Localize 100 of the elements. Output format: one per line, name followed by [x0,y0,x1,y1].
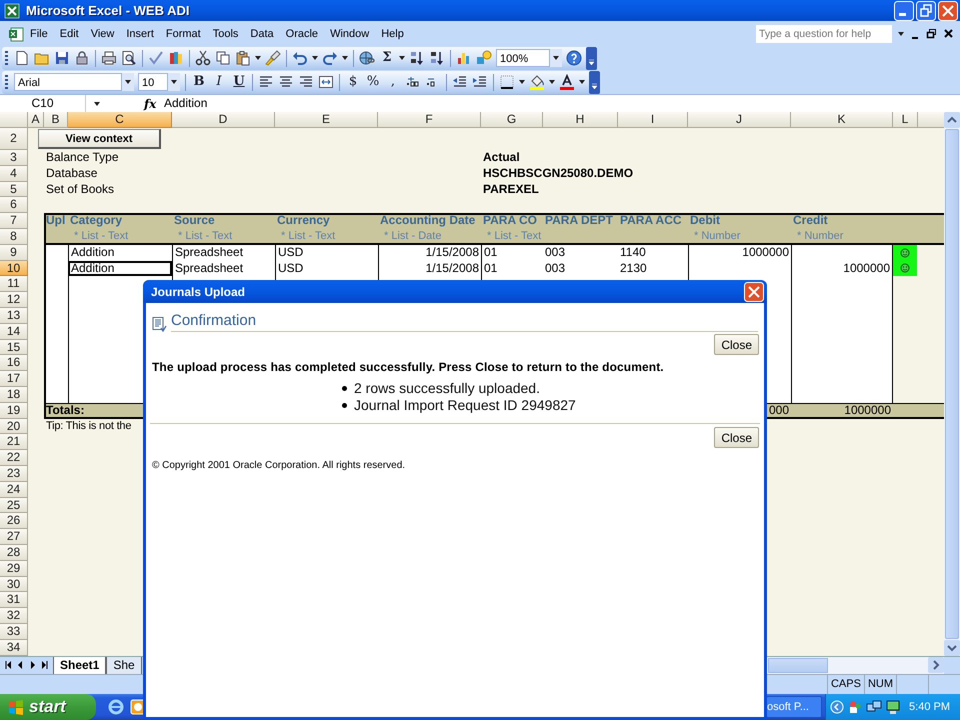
menu-item[interactable]: Oracle [280,26,324,42]
row-header[interactable]: 24 [0,482,28,498]
document-icon[interactable] [8,26,24,42]
row-header[interactable]: 12 [0,292,28,308]
bold-button[interactable]: B [191,74,207,90]
table-cell[interactable]: USD [275,260,378,276]
people-icon[interactable] [847,699,863,715]
redo-icon[interactable] [322,50,338,66]
row-header[interactable]: 23 [0,466,28,482]
row-header[interactable]: 14 [0,324,28,340]
undo-icon[interactable] [292,50,308,66]
row-header[interactable]: 6 [0,197,28,214]
row-header[interactable]: 33 [0,624,28,640]
menu-item[interactable]: Help [375,26,410,42]
underline-button[interactable]: U [231,74,247,90]
row-header[interactable]: 5 [0,182,28,198]
toolbar-options-button[interactable] [586,46,597,70]
new-document-icon[interactable] [14,50,30,66]
table-cell[interactable]: 01 [481,244,543,261]
first-sheet-button[interactable] [4,660,13,670]
caret-icon[interactable] [171,78,177,86]
menu-item[interactable]: Window [324,26,376,42]
row-header[interactable]: 4 [0,166,28,182]
column-header[interactable]: J [688,112,791,128]
caret-icon[interactable] [399,54,405,62]
close-button[interactable]: Close [714,427,759,448]
table-cell[interactable] [44,244,68,261]
merge-cells-icon[interactable] [318,74,334,90]
autosum-button[interactable]: Σ [379,50,395,66]
scroll-down-button[interactable] [944,640,960,656]
shapes-icon[interactable] [476,50,492,66]
row-header[interactable]: 3 [0,150,28,166]
paste-icon[interactable] [235,50,251,66]
row-header[interactable]: 21 [0,434,28,450]
table-cell[interactable]: 01 [481,260,543,276]
row-header[interactable]: 15 [0,340,28,356]
row-header[interactable]: 9 [0,244,28,261]
column-header[interactable]: F [378,112,481,128]
brush-icon[interactable] [265,50,281,66]
table-cell[interactable]: 1000000 [688,244,791,261]
caret-icon[interactable] [312,54,318,62]
font-field[interactable]: Arial [14,73,122,91]
row-header[interactable]: 17 [0,371,28,387]
row-header[interactable]: 22 [0,450,28,466]
close-button[interactable]: Close [714,334,759,355]
row-header[interactable]: 2 [0,128,28,150]
row-header[interactable]: 13 [0,308,28,324]
fill-color-icon[interactable] [529,74,545,90]
column-header[interactable]: K [791,112,893,128]
caret-icon[interactable] [255,54,261,62]
table-cell[interactable]: Addition [68,260,172,276]
currency-button[interactable]: $ [345,74,361,90]
row-header[interactable]: 18 [0,386,28,403]
percent-button[interactable]: % [365,74,381,90]
table-cell[interactable]: 1000000 [791,260,893,276]
font-size-field[interactable]: 10 [138,73,168,91]
view-context-button[interactable]: View context [38,129,161,149]
caret-icon[interactable] [342,54,348,62]
table-cell[interactable]: 003 [543,244,618,261]
menu-item[interactable]: Edit [54,26,85,42]
table-cell[interactable]: 1/15/2008 [378,244,481,261]
row-header[interactable]: 27 [0,529,28,545]
sheet-tab[interactable]: Sheet1 [53,657,106,675]
row-header[interactable]: 8 [0,228,28,245]
row-header[interactable]: 34 [0,640,28,656]
table-cell[interactable]: 2130 [618,260,688,276]
table-cell[interactable] [791,244,893,261]
zoom-field[interactable]: 100% [496,49,550,67]
row-header[interactable]: 25 [0,498,28,514]
table-cell[interactable]: Addition [68,244,172,261]
horizontal-scrollbar[interactable] [767,657,944,674]
table-cell[interactable]: 1140 [618,244,688,261]
last-sheet-button[interactable] [40,660,49,670]
row-header[interactable]: 16 [0,355,28,372]
toolbar-options-button[interactable] [589,70,600,94]
books-icon[interactable] [168,50,184,66]
menu-item[interactable]: View [84,26,120,42]
column-header[interactable]: H [543,112,618,128]
column-header[interactable]: G [481,112,543,128]
spelling-check-icon[interactable] [148,50,164,66]
menu-item[interactable]: Data [244,26,280,42]
scroll-up-button[interactable] [944,112,960,128]
show-hidden-icons-button[interactable] [830,700,844,714]
table-cell[interactable]: USD [275,244,378,261]
column-header[interactable]: C [68,112,172,128]
lock-icon[interactable] [74,50,90,66]
caret-icon[interactable] [519,78,525,86]
caret-icon[interactable] [898,30,904,38]
chart-icon[interactable] [456,50,472,66]
start-button[interactable]: start [0,694,96,720]
caret-icon[interactable] [579,78,585,86]
scrollbar-thumb[interactable] [945,129,959,639]
caret-icon[interactable] [94,100,100,108]
print-icon[interactable] [101,50,117,66]
dropdown-button[interactable] [550,49,562,67]
row-header[interactable]: 10 [0,260,28,276]
row-header[interactable]: 20 [0,418,28,434]
taskbar-button[interactable]: osoft P... [766,696,822,718]
dropdown-button[interactable] [122,73,134,91]
row-header[interactable]: 30 [0,576,28,592]
